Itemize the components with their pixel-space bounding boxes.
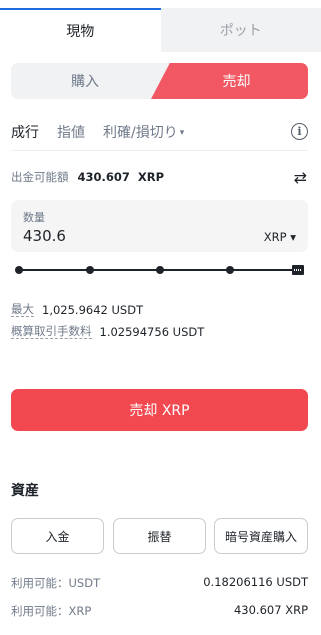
chevron-down-icon: ▾ (290, 230, 296, 244)
chevron-down-icon: ▾ (179, 128, 185, 138)
available-value: 430.607 (77, 170, 130, 184)
tp-sl-label: 利確/損切り (103, 125, 178, 141)
swap-icon[interactable]: ⇄ (294, 168, 307, 187)
max-value: 1,025.9642 USDT (42, 302, 144, 317)
buy-sell-switch: 購入 売却 (11, 63, 308, 99)
fee-row: 概算取引手数料 1.02594756 USDT (11, 324, 308, 339)
sell-tab[interactable]: 売却 (151, 63, 308, 99)
slider-mark-50[interactable] (156, 266, 164, 274)
max-row: 最大 1,025.9642 USDT (11, 302, 308, 317)
order-type-tabs: 成行 指値 利確/損切り ▾ i (11, 119, 308, 145)
quantity-label: 数量 (23, 211, 45, 224)
buy-tab[interactable]: 購入 (11, 63, 159, 99)
sell-tab-label: 売却 (222, 74, 251, 90)
usdt-label: 利用可能：USDT (11, 576, 101, 590)
fee-label: 概算取引手数料 (11, 324, 92, 339)
xrp-balance-row: 利用可能：XRP 430.607 XRP (11, 603, 308, 619)
slider-mark-0[interactable] (15, 266, 23, 274)
quantity-input[interactable]: 数量 430.6 XRP ▾ (11, 200, 308, 252)
xrp-label: 利用可能：XRP (11, 604, 92, 618)
max-label: 最大 (11, 302, 34, 317)
tab-spot[interactable]: 現物 (0, 8, 161, 52)
order-type-limit[interactable]: 指値 (57, 122, 85, 142)
sell-xrp-button[interactable]: 売却 XRP (11, 389, 308, 431)
fee-value: 1.02594756 USDT (99, 324, 205, 339)
tab-pot[interactable]: ポット (160, 8, 321, 52)
order-type-market[interactable]: 成行 (11, 122, 39, 142)
slider-mark-75[interactable] (226, 266, 234, 274)
deposit-button[interactable]: 入金 (11, 518, 104, 554)
info-icon[interactable]: i (291, 123, 308, 140)
top-tabs: 現物 ポット (0, 8, 321, 52)
amount-slider[interactable] (15, 260, 304, 280)
usdt-value: 0.18206116 USDT (203, 575, 308, 589)
slider-handle[interactable] (292, 265, 304, 275)
quantity-unit: XRP (263, 230, 287, 244)
available-balance-row: 出金可能額 430.607 XRP ⇄ (11, 167, 308, 187)
order-type-tp-sl[interactable]: 利確/損切り ▾ (103, 122, 184, 142)
slider-mark-25[interactable] (86, 266, 94, 274)
buy-crypto-button[interactable]: 暗号資産購入 (214, 518, 308, 554)
divider (11, 150, 308, 151)
xrp-value: 430.607 XRP (233, 603, 308, 617)
assets-title: 資産 (11, 483, 39, 499)
usdt-balance-row: 利用可能：USDT 0.18206116 USDT (11, 575, 308, 591)
available-unit: XRP (137, 170, 165, 184)
available-label: 出金可能額 (11, 170, 69, 184)
transfer-button[interactable]: 振替 (113, 518, 206, 554)
quantity-value[interactable]: 430.6 (23, 227, 66, 245)
quantity-unit-select[interactable]: XRP ▾ (264, 230, 296, 244)
